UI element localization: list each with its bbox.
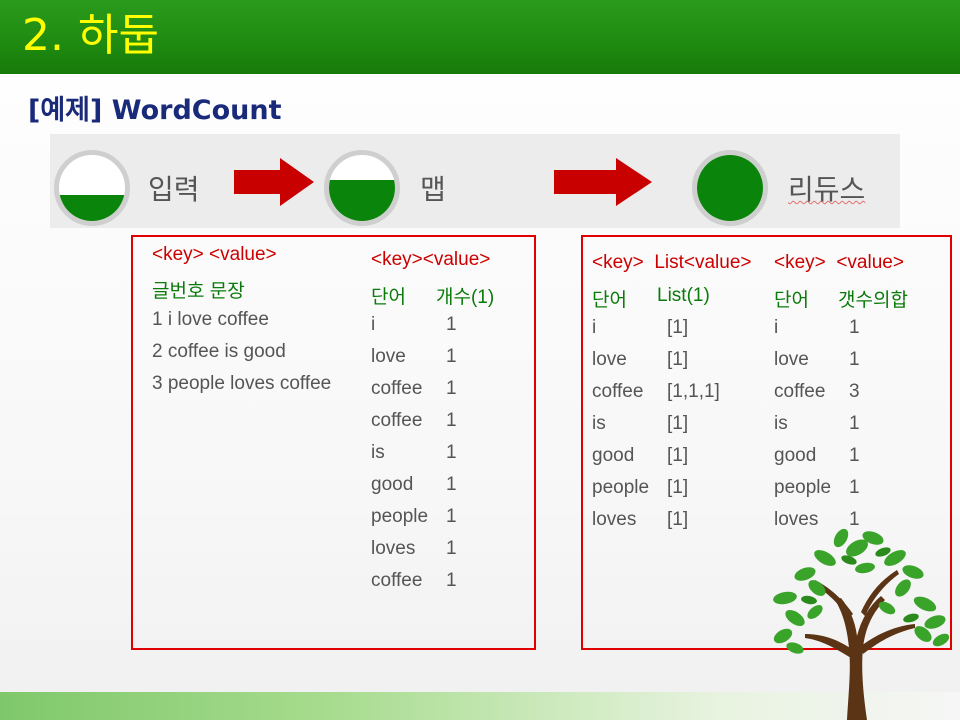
reduce-row-sum: 1 (849, 445, 860, 466)
stage-input-label: 입력 (148, 173, 200, 206)
slide-subtitle: [예제] WordCount (28, 95, 282, 126)
stage-map-fill (329, 180, 395, 221)
map-row-word: is (371, 442, 385, 463)
map-row-count: 1 (446, 442, 457, 463)
map-row-count: 1 (446, 538, 457, 559)
shuffle-row-word: love (592, 349, 627, 370)
map-row-count: 1 (446, 346, 457, 367)
map-row-word: i (371, 314, 376, 335)
input-table-subheader: 글번호 문장 (152, 281, 245, 302)
tree-icon (773, 528, 950, 720)
shuffle-row-list: [1] (667, 477, 689, 498)
reduce-table-header: <key> <value> (774, 252, 904, 273)
slide-title: 2. 하둡 (22, 10, 159, 61)
reduce-col-word-label: 단어 (774, 290, 809, 311)
reduce-row-sum: 1 (849, 349, 860, 370)
map-row-word: people (371, 506, 429, 527)
map-row-count: 1 (446, 410, 457, 431)
shuffle-row-word: good (592, 445, 635, 466)
reduce-row-word: love (774, 349, 809, 370)
map-col-count-label: 개수(1) (436, 287, 495, 308)
map-row-count: 1 (446, 378, 457, 399)
input-row: 3 people loves coffee (152, 373, 332, 394)
reduce-col-sum-label: 갯수의합 (838, 290, 908, 311)
shuffle-row-word: people (592, 477, 650, 498)
shuffle-row-list: [1] (667, 349, 689, 370)
right-arrow-icon (234, 158, 314, 206)
reduce-row-word: is (774, 413, 788, 434)
title-bar: 2. 하둡 (0, 0, 960, 74)
input-row: 1 i love coffee (152, 309, 269, 330)
map-row-word: good (371, 474, 414, 495)
shuffle-row-list: [1,1,1] (667, 381, 720, 402)
input-row: 2 coffee is good (152, 341, 286, 362)
map-row-word: love (371, 346, 406, 367)
stage-input-circle (54, 150, 130, 226)
reduce-row-sum: 3 (849, 381, 860, 402)
stage-reduce-circle (692, 150, 768, 226)
shuffle-row-word: loves (592, 509, 637, 530)
shuffle-row-word: is (592, 413, 606, 434)
stage-reduce-fill (697, 155, 763, 221)
map-row-count: 1 (446, 570, 457, 591)
reduce-row-sum: 1 (849, 317, 860, 338)
input-table-header: <key> <value> (152, 244, 277, 265)
shuffle-row-word: coffee (592, 381, 644, 402)
map-row-count: 1 (446, 474, 457, 495)
reduce-row-word: people (774, 477, 832, 498)
stage-reduce-label: 리듀스 (788, 173, 866, 206)
map-row-word: loves (371, 538, 416, 559)
shuffle-col-word-label: 단어 (592, 290, 627, 311)
reduce-row-word: good (774, 445, 817, 466)
shuffle-table-header: <key> List<value> (592, 252, 752, 273)
shuffle-row-list: [1] (667, 445, 689, 466)
stage-map-label: 맵 (420, 173, 446, 206)
map-row-count: 1 (446, 314, 457, 335)
shuffle-row-list: [1] (667, 317, 689, 338)
shuffle-row-list: [1] (667, 413, 689, 434)
stage-input-fill (59, 194, 125, 221)
shuffle-row-word: i (592, 317, 597, 338)
right-arrow-icon (554, 158, 652, 206)
map-table-header: <key><value> (371, 249, 491, 270)
map-row-word: coffee (371, 570, 423, 591)
map-row-count: 1 (446, 506, 457, 527)
shuffle-row-list: [1] (667, 509, 689, 530)
reduce-row-word: coffee (774, 381, 826, 402)
shuffle-col-list-label: List(1) (657, 285, 710, 306)
reduce-row-sum: 1 (849, 477, 860, 498)
slide: 2. 하둡 [예제] WordCount 입력 맵 리듀스 <key> <val… (0, 0, 960, 720)
map-row-word: coffee (371, 378, 423, 399)
reduce-row-sum: 1 (849, 413, 860, 434)
map-col-word-label: 단어 (371, 287, 406, 308)
stage-map-circle (324, 150, 400, 226)
reduce-row-word: i (774, 317, 779, 338)
map-row-word: coffee (371, 410, 423, 431)
